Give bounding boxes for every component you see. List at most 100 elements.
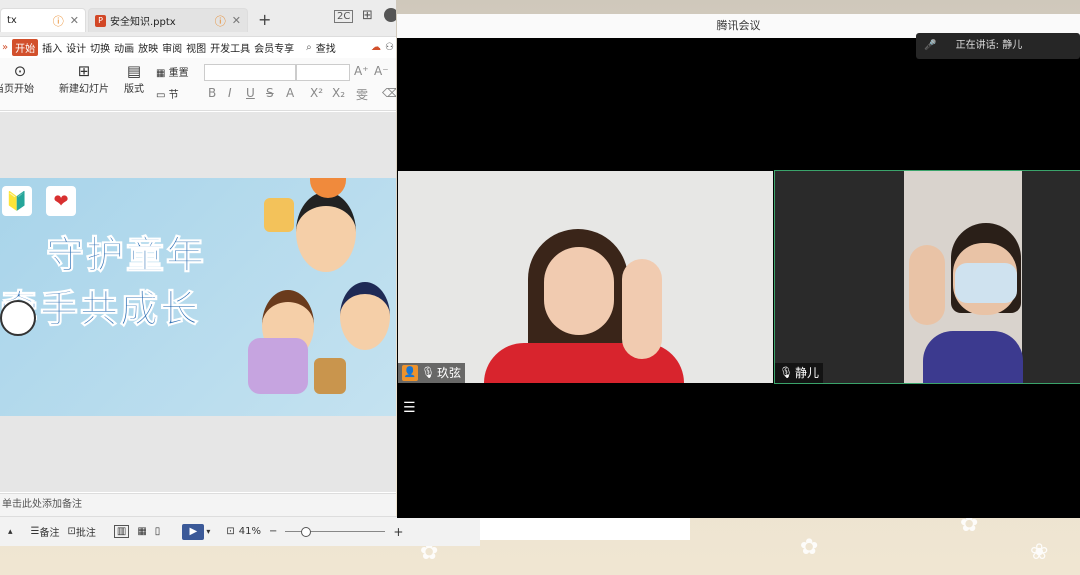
status-bar: ▴ ☰ 备注 ⊡ 批注 ▥ ▦ ▯ ▶ ▾ ⊡ 41% − + [0,516,480,546]
menu-item-design[interactable]: 设计 [66,40,86,55]
normal-view-icon[interactable]: ▥ [113,525,130,538]
increase-font-icon[interactable]: A⁺ [354,64,369,78]
chevron-down-icon[interactable]: ▾ [206,527,210,536]
warning-icon: ⓘ [52,14,64,28]
slideshow-play-button[interactable]: ▶ [182,523,205,540]
menu-item-transition[interactable]: 切换 [90,40,110,55]
notes-toggle-label[interactable]: 备注 [40,524,60,539]
section-icon: ▭ [156,90,166,101]
participant-video-tile[interactable]: 👤 🎙 玖弦 [398,171,773,383]
caret-up-icon[interactable]: ▴ [8,527,13,537]
participant-name: 玖弦 [436,366,461,380]
font-family-select[interactable] [204,64,296,81]
font-size-select[interactable] [296,64,350,81]
cartoon-child-illustration [296,192,356,272]
microphone-icon: 🎤 [924,40,937,51]
new-slide-button[interactable]: ⊞ 新建幻灯片 [56,62,112,95]
comment-icon[interactable]: ⊡ [68,526,76,537]
face-mask [955,263,1017,303]
notes-toggle-icon[interactable]: ☰ [31,526,40,537]
backpack-illustration [314,358,346,394]
menu-item-developer[interactable]: 开发工具 [210,40,250,55]
subscript-button[interactable]: X₂ [332,86,345,100]
menu-back-chevron-icon[interactable]: » [2,42,8,53]
fit-window-icon[interactable]: ⊡ [226,526,234,537]
zoom-out-icon[interactable]: − [269,526,277,537]
participant-shirt [923,331,1023,383]
play-from-current-button[interactable]: ⊙ 当页开始 [0,62,40,95]
slide-sorter-icon[interactable]: ▦ [137,526,146,537]
panda-illustration [0,300,36,336]
layout-2c-icon[interactable]: 2C [334,10,354,23]
clear-format-icon[interactable]: ⌫ [382,86,396,100]
member-list-icon[interactable]: ☰ [403,400,416,416]
grid-apps-icon[interactable]: ⊞ [362,8,373,23]
font-color-button[interactable]: A [286,86,294,100]
document-tab-2[interactable]: P 安全知识.pptx ⓘ ✕ [88,8,248,32]
heart-hands-logo-icon: ❤ [46,186,76,216]
flower-decoration: ❀ [1030,540,1049,565]
phonetic-icon[interactable]: 雯 [356,86,368,103]
speaking-indicator: 🎤 正在讲话: 静儿 [916,33,1080,59]
reset-button[interactable]: ▦ 重置 [156,64,189,79]
microphone-icon: 🎙 [421,366,435,379]
zoom-in-icon[interactable]: + [393,525,403,539]
speaking-label: 正在讲话: 静儿 [955,40,1023,51]
italic-button[interactable]: I [228,86,232,100]
cloud-sync-icon[interactable]: ☁ [371,42,381,53]
avatar[interactable] [384,8,396,22]
menu-item-insert[interactable]: 插入 [42,40,62,55]
bold-button[interactable]: B [208,86,216,100]
host-icon: 👤 [402,365,418,381]
new-slide-icon: ⊞ [77,62,91,80]
menu-item-member[interactable]: 会员专享 [254,40,294,55]
flower-decoration: ✿ [800,535,819,560]
wps-presentation-window: tx ⓘ ✕ P 安全知识.pptx ⓘ ✕ + 2C ⊞ » 开始 插入 设计… [0,0,396,545]
menu-item-slideshow[interactable]: 放映 [138,40,158,55]
close-icon[interactable]: ✕ [232,14,241,27]
strikethrough-button[interactable]: S [266,86,274,100]
comment-label[interactable]: 批注 [76,524,96,539]
document-tab-1[interactable]: tx ⓘ ✕ [0,8,86,32]
layout-button[interactable]: ▤ 版式 [120,62,148,95]
menu-item-review[interactable]: 审阅 [162,40,182,55]
close-icon[interactable]: ✕ [70,14,79,27]
menu-item-animation[interactable]: 动画 [114,40,134,55]
background-window-fragment [480,518,690,540]
button-label: 重置 [168,68,189,79]
superscript-button[interactable]: X² [310,86,323,100]
search-label[interactable]: 查找 [316,40,336,55]
document-tab-bar: tx ⓘ ✕ P 安全知识.pptx ⓘ ✕ + 2C ⊞ [0,0,396,37]
participant-face [544,247,614,335]
underline-button[interactable]: U [246,86,255,100]
microphone-icon: 🎙 [779,366,793,379]
menu-item-start[interactable]: 开始 [12,38,39,56]
menu-item-view[interactable]: 视图 [186,40,206,55]
participant-hand [622,259,662,359]
menu-bar: » 开始 插入 设计 切换 动画 放映 审阅 视图 开发工具 会员专享 ⌕ 查找… [0,37,396,57]
ribbon-toolbar: ⊙ 当页开始 ⊞ 新建幻灯片 ▤ 版式 ▦ 重置 ▭ 节 A⁺ A⁻ B I U… [0,58,396,111]
notes-placeholder: 单击此处添加备注 [2,499,82,510]
participant-hand [909,245,945,325]
meeting-title: 腾讯会议 [716,19,761,32]
zoom-level[interactable]: 41% [239,526,261,537]
slide-title-line1: 守护童年 [45,233,207,278]
tab-label: 安全知识.pptx [110,17,176,28]
button-label: 当页开始 [0,84,34,95]
decrease-font-icon[interactable]: A⁻ [374,64,389,78]
notes-pane[interactable]: 单击此处添加备注 [0,493,396,516]
participant-video-tile-active[interactable]: 🎙 静儿 [774,170,1080,384]
zoom-slider[interactable] [285,526,386,537]
section-button[interactable]: ▭ 节 [156,86,179,101]
participant-name-tag: 👤 🎙 玖弦 [398,363,465,383]
reading-view-icon[interactable]: ▯ [155,526,161,537]
share-icon[interactable]: ⚇ [385,42,394,53]
participant-name: 静儿 [794,366,819,380]
slide-thumbnail-main[interactable]: 🔰 ❤ 守护童年 牵手共成长 [0,178,396,416]
youth-league-emblem-icon: 🔰 [2,186,32,216]
play-circle-icon: ⊙ [13,62,27,80]
new-tab-plus-icon[interactable]: + [258,10,271,29]
search-icon[interactable]: ⌕ [306,42,312,53]
ppt-file-icon: P [95,14,106,27]
warning-icon: ⓘ [214,14,226,28]
